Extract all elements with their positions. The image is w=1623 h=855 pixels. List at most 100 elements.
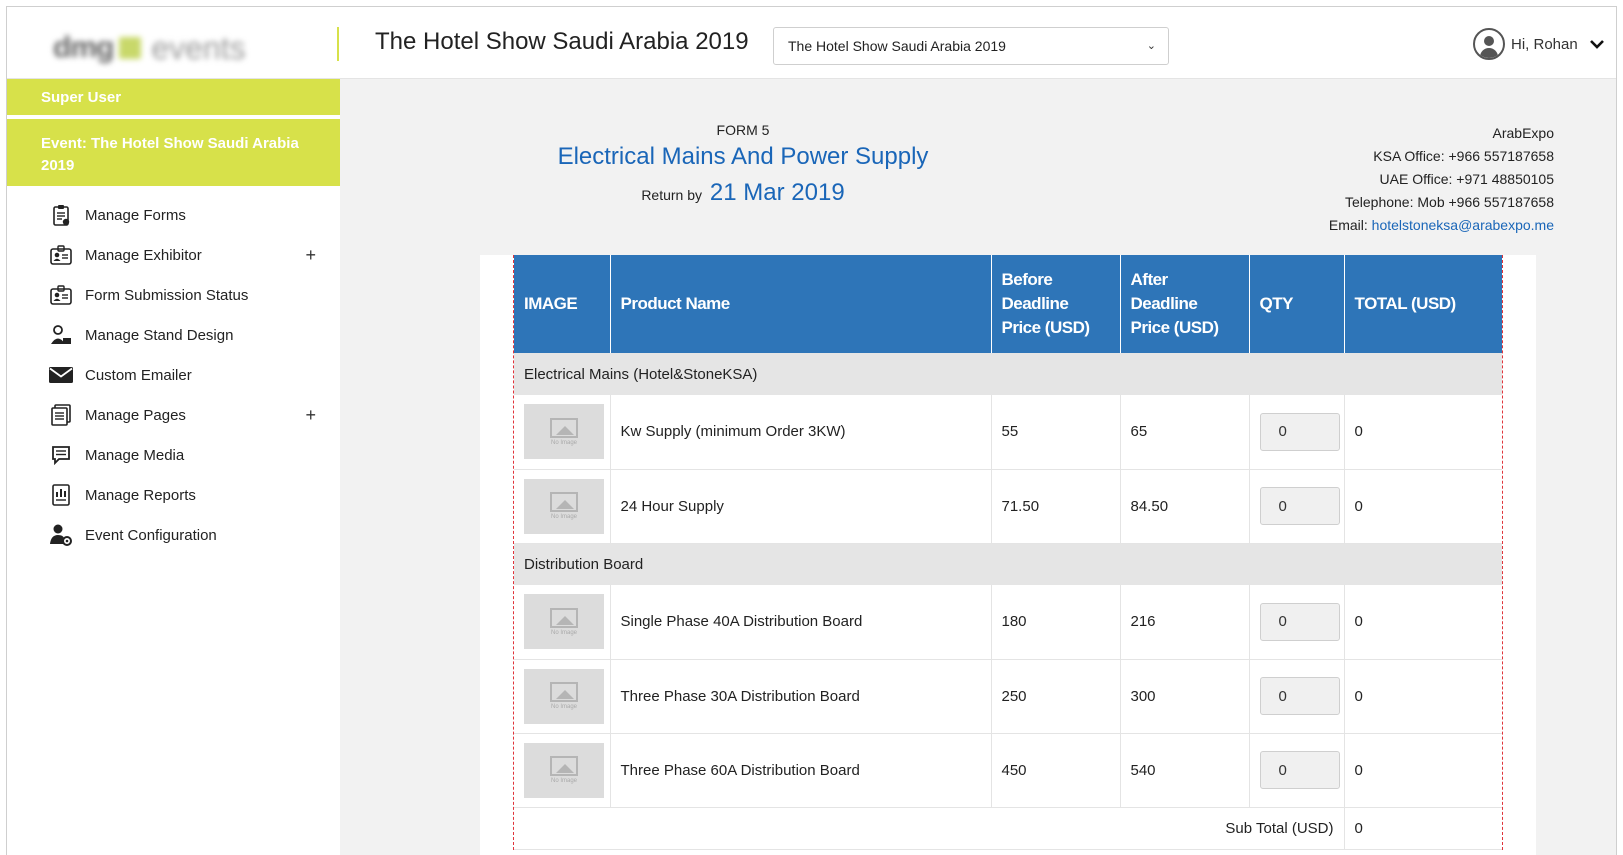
expand-plus-icon[interactable]: + — [305, 405, 316, 426]
column-header-before-deadline-price: Before Deadline Price (USD) — [991, 255, 1121, 353]
no-image-placeholder-icon: No Image — [524, 404, 604, 460]
expand-plus-icon[interactable]: + — [305, 245, 316, 266]
qty-cell — [1249, 659, 1345, 734]
no-image-placeholder-icon: No Image — [524, 594, 604, 650]
product-name: Three Phase 60A Distribution Board — [610, 733, 992, 808]
sidebar-item-label: Manage Exhibitor — [85, 246, 202, 264]
category-row: Distribution Board — [514, 543, 1502, 585]
no-image-caption: No Image — [550, 778, 577, 784]
after-deadline-price: 65 — [1120, 395, 1250, 470]
sidebar: Super User Event: The Hotel Show Saudi A… — [7, 79, 340, 855]
sidebar-item-label: Manage Stand Design — [85, 326, 234, 344]
contact-email-label: Email: — [1328, 217, 1368, 233]
logo-text-dmg: dmg — [53, 31, 114, 64]
table-row: No Image Three Phase 60A Distribution Bo… — [514, 733, 1502, 808]
role-banner: Super User — [7, 79, 340, 115]
event-banner: Event: The Hotel Show Saudi Arabia 2019 — [7, 119, 340, 186]
report-icon — [49, 483, 73, 507]
return-by: Return by 21 Mar 2019 — [340, 179, 1146, 207]
contact-telephone: Telephone: Mob +966 557187658 — [1344, 194, 1554, 210]
dmg-events-logo[interactable]: dmg events — [53, 30, 267, 66]
no-image-caption: No Image — [550, 439, 577, 446]
event-select-value: The Hotel Show Saudi Arabia 2019 — [788, 38, 1006, 54]
sidebar-item-event-configuration[interactable]: Event Configuration — [7, 515, 340, 555]
before-deadline-price: 55 — [991, 395, 1121, 470]
sidebar-item-manage-reports[interactable]: Manage Reports — [7, 475, 340, 515]
user-menu[interactable]: Hi, Rohan — [1473, 27, 1613, 61]
table-row: No Image 24 Hour Supply 71.50 84.50 0 — [514, 469, 1502, 544]
contact-email-link[interactable]: hotelstoneksa@arabexpo.me — [1372, 217, 1554, 233]
sidebar-item-label: Manage Media — [85, 446, 185, 464]
row-total: 0 — [1344, 733, 1502, 808]
product-image-cell: No Image — [514, 469, 611, 544]
id-badge-icon — [49, 283, 73, 307]
sidebar-item-label: Custom Emailer — [85, 366, 192, 384]
sidebar-item-manage-exhibitor[interactable]: Manage Exhibitor + — [7, 235, 340, 275]
caret-down-icon — [1589, 36, 1604, 52]
table-header-row: IMAGE Product Name Before Deadline Price… — [514, 255, 1502, 353]
sidebar-menu: Manage Forms Manage Exhibitor + Form Sub… — [7, 195, 340, 555]
chevron-down-icon: ⌄ — [1146, 40, 1156, 52]
qty-input[interactable] — [1259, 751, 1340, 789]
qty-cell — [1249, 469, 1345, 544]
top-header: dmg events The Hotel Show Saudi Arabia 2… — [7, 7, 1616, 79]
row-total: 0 — [1344, 585, 1502, 660]
no-image-placeholder-icon: No Image — [524, 742, 604, 798]
sidebar-item-label: Form Submission Status — [85, 286, 249, 304]
product-name: Single Phase 40A Distribution Board — [610, 585, 992, 660]
contact-ksa-office: KSA Office: +966 557187658 — [1373, 148, 1554, 164]
category-name: Distribution Board — [514, 543, 1502, 585]
sidebar-item-manage-pages[interactable]: Manage Pages + — [7, 395, 340, 435]
subtotal-label: Sub Total (USD) — [514, 807, 1345, 850]
product-name: Three Phase 30A Distribution Board — [610, 659, 992, 734]
before-deadline-price: 71.50 — [991, 469, 1121, 544]
no-image-caption: No Image — [550, 629, 577, 636]
main-content: FORM 5 Electrical Mains And Power Supply… — [340, 79, 1616, 855]
table-row: No Image Kw Supply (minimum Order 3KW) 5… — [514, 395, 1502, 470]
sidebar-item-manage-media[interactable]: Manage Media — [7, 435, 340, 475]
qty-input[interactable] — [1259, 602, 1340, 641]
event-select[interactable]: The Hotel Show Saudi Arabia 2019 ⌄ — [773, 27, 1169, 65]
column-header-product-name: Product Name — [610, 255, 992, 353]
qty-cell — [1249, 733, 1345, 808]
qty-input[interactable] — [1259, 412, 1340, 451]
sidebar-item-label: Manage Reports — [85, 486, 196, 504]
row-total: 0 — [1344, 469, 1502, 544]
after-deadline-price: 84.50 — [1120, 469, 1250, 544]
clipboard-list-icon — [49, 203, 73, 227]
qty-input[interactable] — [1259, 677, 1340, 715]
products-table-wrapper: IMAGE Product Name Before Deadline Price… — [513, 255, 1503, 850]
no-image-placeholder-icon: No Image — [524, 478, 604, 534]
sidebar-item-label: Manage Pages — [85, 406, 186, 424]
app-window: dmg events The Hotel Show Saudi Arabia 2… — [6, 6, 1617, 855]
before-deadline-price: 180 — [991, 585, 1121, 660]
qty-input[interactable] — [1259, 487, 1340, 525]
contact-company: ArabExpo — [1492, 125, 1554, 141]
column-header-image: IMAGE — [514, 255, 611, 353]
sidebar-item-manage-stand-design[interactable]: Manage Stand Design — [7, 315, 340, 355]
sidebar-item-form-submission-status[interactable]: Form Submission Status — [7, 275, 340, 315]
contact-info: ArabExpo KSA Office: +966 557187658 UAE … — [1329, 122, 1554, 237]
product-image-cell: No Image — [514, 395, 611, 470]
event-title: The Hotel Show Saudi Arabia 2019 — [375, 28, 749, 55]
user-gear-icon — [49, 523, 73, 547]
category-row: Electrical Mains (Hotel&StoneKSA) — [514, 353, 1502, 395]
sidebar-item-manage-forms[interactable]: Manage Forms — [7, 195, 340, 235]
subtotal-row: Sub Total (USD) 0 — [514, 807, 1502, 850]
logo-dot — [119, 37, 142, 59]
row-total: 0 — [1344, 395, 1502, 470]
sidebar-item-custom-emailer[interactable]: Custom Emailer — [7, 355, 340, 395]
user-desk-icon — [49, 323, 73, 347]
form-title: Electrical Mains And Power Supply — [557, 143, 929, 170]
id-badge-icon — [49, 243, 73, 267]
envelope-icon — [49, 363, 73, 387]
product-image-cell: No Image — [514, 585, 611, 660]
product-name: Kw Supply (minimum Order 3KW) — [610, 395, 992, 470]
qty-cell — [1249, 585, 1345, 660]
row-total: 0 — [1344, 659, 1502, 734]
products-table: IMAGE Product Name Before Deadline Price… — [514, 255, 1502, 850]
category-name: Electrical Mains (Hotel&StoneKSA) — [514, 353, 1502, 395]
table-row: No Image Three Phase 30A Distribution Bo… — [514, 659, 1502, 734]
column-header-after-deadline-price: After Deadline Price (USD) — [1120, 255, 1250, 353]
after-deadline-price: 540 — [1120, 733, 1250, 808]
